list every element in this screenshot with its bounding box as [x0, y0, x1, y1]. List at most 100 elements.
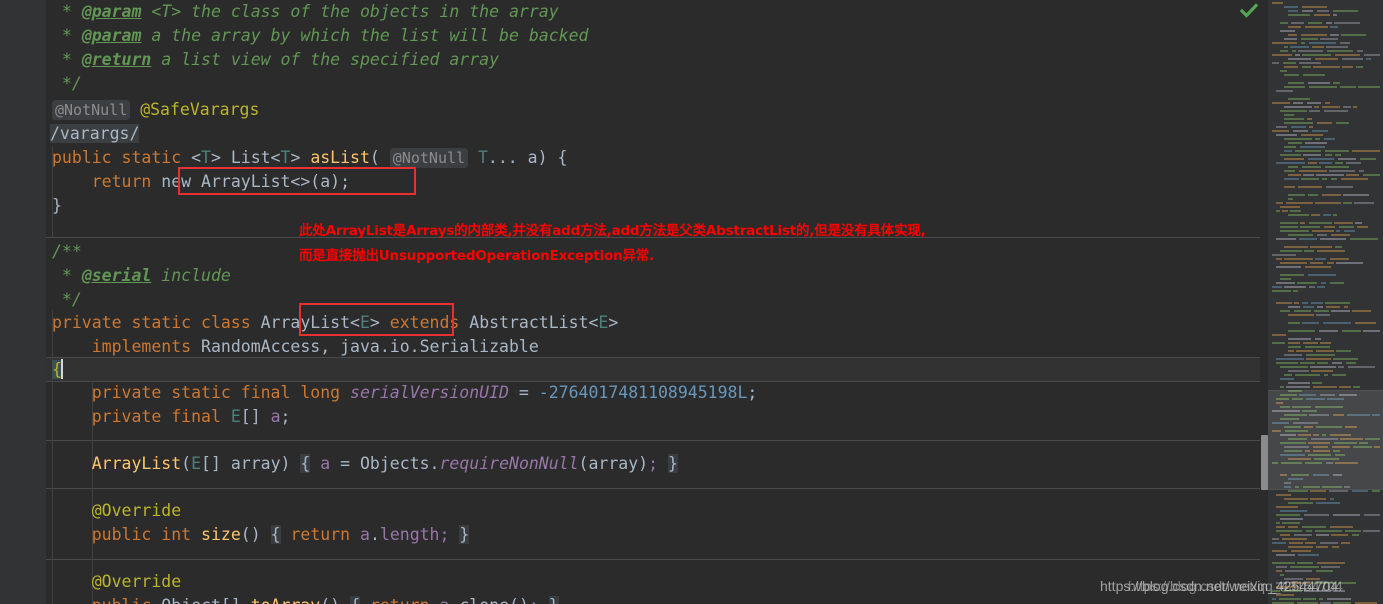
minimap-code-row: [1293, 102, 1303, 104]
minimap-code-row: [1272, 62, 1279, 64]
minimap-code-row: [1339, 226, 1354, 228]
checkmark-icon[interactable]: [1239, 2, 1259, 20]
method-separator: [46, 440, 1260, 441]
minimap-code-row: [1331, 534, 1348, 536]
minimap-code-row: [1272, 42, 1297, 44]
minimap-code-row: [1284, 66, 1298, 68]
minimap-code-row: [1284, 374, 1292, 376]
code-line: implements RandomAccess, java.io.Seriali…: [91, 337, 539, 356]
code-line: @NotNull @SafeVarargs: [52, 98, 259, 122]
method-separator: [46, 559, 1260, 560]
minimap-code-row: [1299, 238, 1317, 240]
minimap-code-row: [1309, 126, 1313, 128]
minimap-code-row: [1303, 598, 1316, 600]
minimap-code-row: [1363, 530, 1380, 532]
minimap-code-row: [1288, 306, 1300, 308]
minimap-code-row: [1280, 386, 1284, 388]
minimap-code-row: [1343, 202, 1352, 204]
minimap-code-row: [1332, 374, 1346, 376]
minimap-code-row: [1326, 306, 1340, 308]
minimap-code-row: [1284, 246, 1308, 248]
minimap-code-row: [1330, 526, 1353, 528]
inlay-hint-varargs[interactable]: /varargs/: [50, 124, 140, 143]
minimap-code-row: [1288, 194, 1305, 196]
minimap-code-row: [1276, 202, 1283, 204]
code-editor-area[interactable]: * @param <T> the class of the objects in…: [46, 0, 1260, 604]
minimap-code-row: [1330, 498, 1334, 500]
minimap-code-row: [1276, 522, 1280, 524]
minimap-code-row: [1288, 546, 1313, 548]
minimap-code-row: [1317, 362, 1328, 364]
editor-gutter[interactable]: [0, 0, 46, 604]
minimap-code-row: [1276, 302, 1292, 304]
minimap-code-row: [1333, 10, 1358, 12]
minimap-code-row: [1276, 210, 1280, 212]
minimap-viewport[interactable]: [1268, 390, 1383, 490]
minimap-code-row: [1329, 490, 1348, 492]
minimap-code-row: [1335, 154, 1341, 156]
minimap-code-row: [1363, 174, 1380, 176]
minimap-code-row: [1290, 210, 1301, 212]
minimap-code-row: [1288, 10, 1298, 12]
method-separator: [46, 488, 1260, 489]
minimap-code-row: [1280, 278, 1291, 280]
minimap-code-row: [1288, 174, 1301, 176]
minimap-code-row: [1300, 146, 1325, 148]
minimap-code-row: [1297, 562, 1313, 564]
minimap-code-row: [1344, 230, 1355, 232]
minimap-code-row: [1288, 34, 1297, 36]
code-minimap[interactable]: [1268, 0, 1383, 604]
minimap-code-row: [1322, 194, 1341, 196]
minimap-code-row: [1309, 286, 1315, 288]
minimap-code-row: [1288, 142, 1302, 144]
minimap-code-row: [1308, 194, 1318, 196]
editor-right-rail[interactable]: [1260, 0, 1383, 604]
minimap-code-row: [1336, 122, 1349, 124]
minimap-code-row: [1283, 62, 1296, 64]
minimap-code-row: [1306, 354, 1335, 356]
minimap-code-row: [1272, 254, 1296, 256]
javadoc-return-tag: @return: [81, 50, 152, 69]
minimap-code-row: [1327, 598, 1351, 600]
minimap-code-row: [1324, 226, 1335, 228]
minimap-code-row: [1272, 102, 1290, 104]
minimap-code-row: [1284, 170, 1295, 172]
minimap-code-row: [1309, 86, 1337, 88]
javadoc-param-tag: @param: [81, 2, 142, 21]
minimap-code-row: [1316, 570, 1333, 572]
minimap-code-row: [1310, 246, 1332, 248]
minimap-code-row: [1288, 490, 1308, 492]
minimap-code-row: [1308, 274, 1336, 276]
minimap-code-row: [1317, 122, 1332, 124]
minimap-code-row: [1288, 370, 1309, 372]
minimap-code-row: [1284, 74, 1299, 76]
minimap-code-row: [1331, 310, 1350, 312]
minimap-code-row: [1280, 510, 1307, 512]
minimap-code-row: [1297, 282, 1317, 284]
minimap-code-row: [1316, 350, 1334, 352]
minimap-code-row: [1276, 594, 1294, 596]
minimap-code-row: [1302, 10, 1313, 12]
minimap-code-row: [1311, 302, 1323, 304]
minimap-code-row: [1276, 90, 1293, 92]
minimap-code-row: [1276, 494, 1291, 496]
minimap-code-row: [1276, 266, 1301, 268]
minimap-code-row: [1317, 234, 1327, 236]
minimap-code-row: [1280, 262, 1307, 264]
scrollbar-thumb[interactable]: [1261, 435, 1268, 490]
minimap-code-row: [1300, 222, 1305, 224]
minimap-code-row: [1290, 46, 1309, 48]
minimap-code-row: [1301, 42, 1305, 44]
minimap-code-row: [1288, 166, 1298, 168]
minimap-code-row: [1301, 178, 1319, 180]
inlay-hint-notnull[interactable]: @NotNull: [52, 100, 131, 120]
minimap-code-row: [1282, 522, 1300, 524]
inlay-hint-notnull[interactable]: @NotNull: [389, 148, 469, 168]
minimap-code-row: [1325, 166, 1349, 168]
code-line: /varargs/: [50, 122, 140, 146]
minimap-code-row: [1284, 146, 1296, 148]
minimap-code-row: [1276, 530, 1302, 532]
minimap-code-row: [1313, 386, 1337, 388]
minimap-code-row: [1288, 14, 1310, 16]
minimap-code-row: [1322, 178, 1327, 180]
